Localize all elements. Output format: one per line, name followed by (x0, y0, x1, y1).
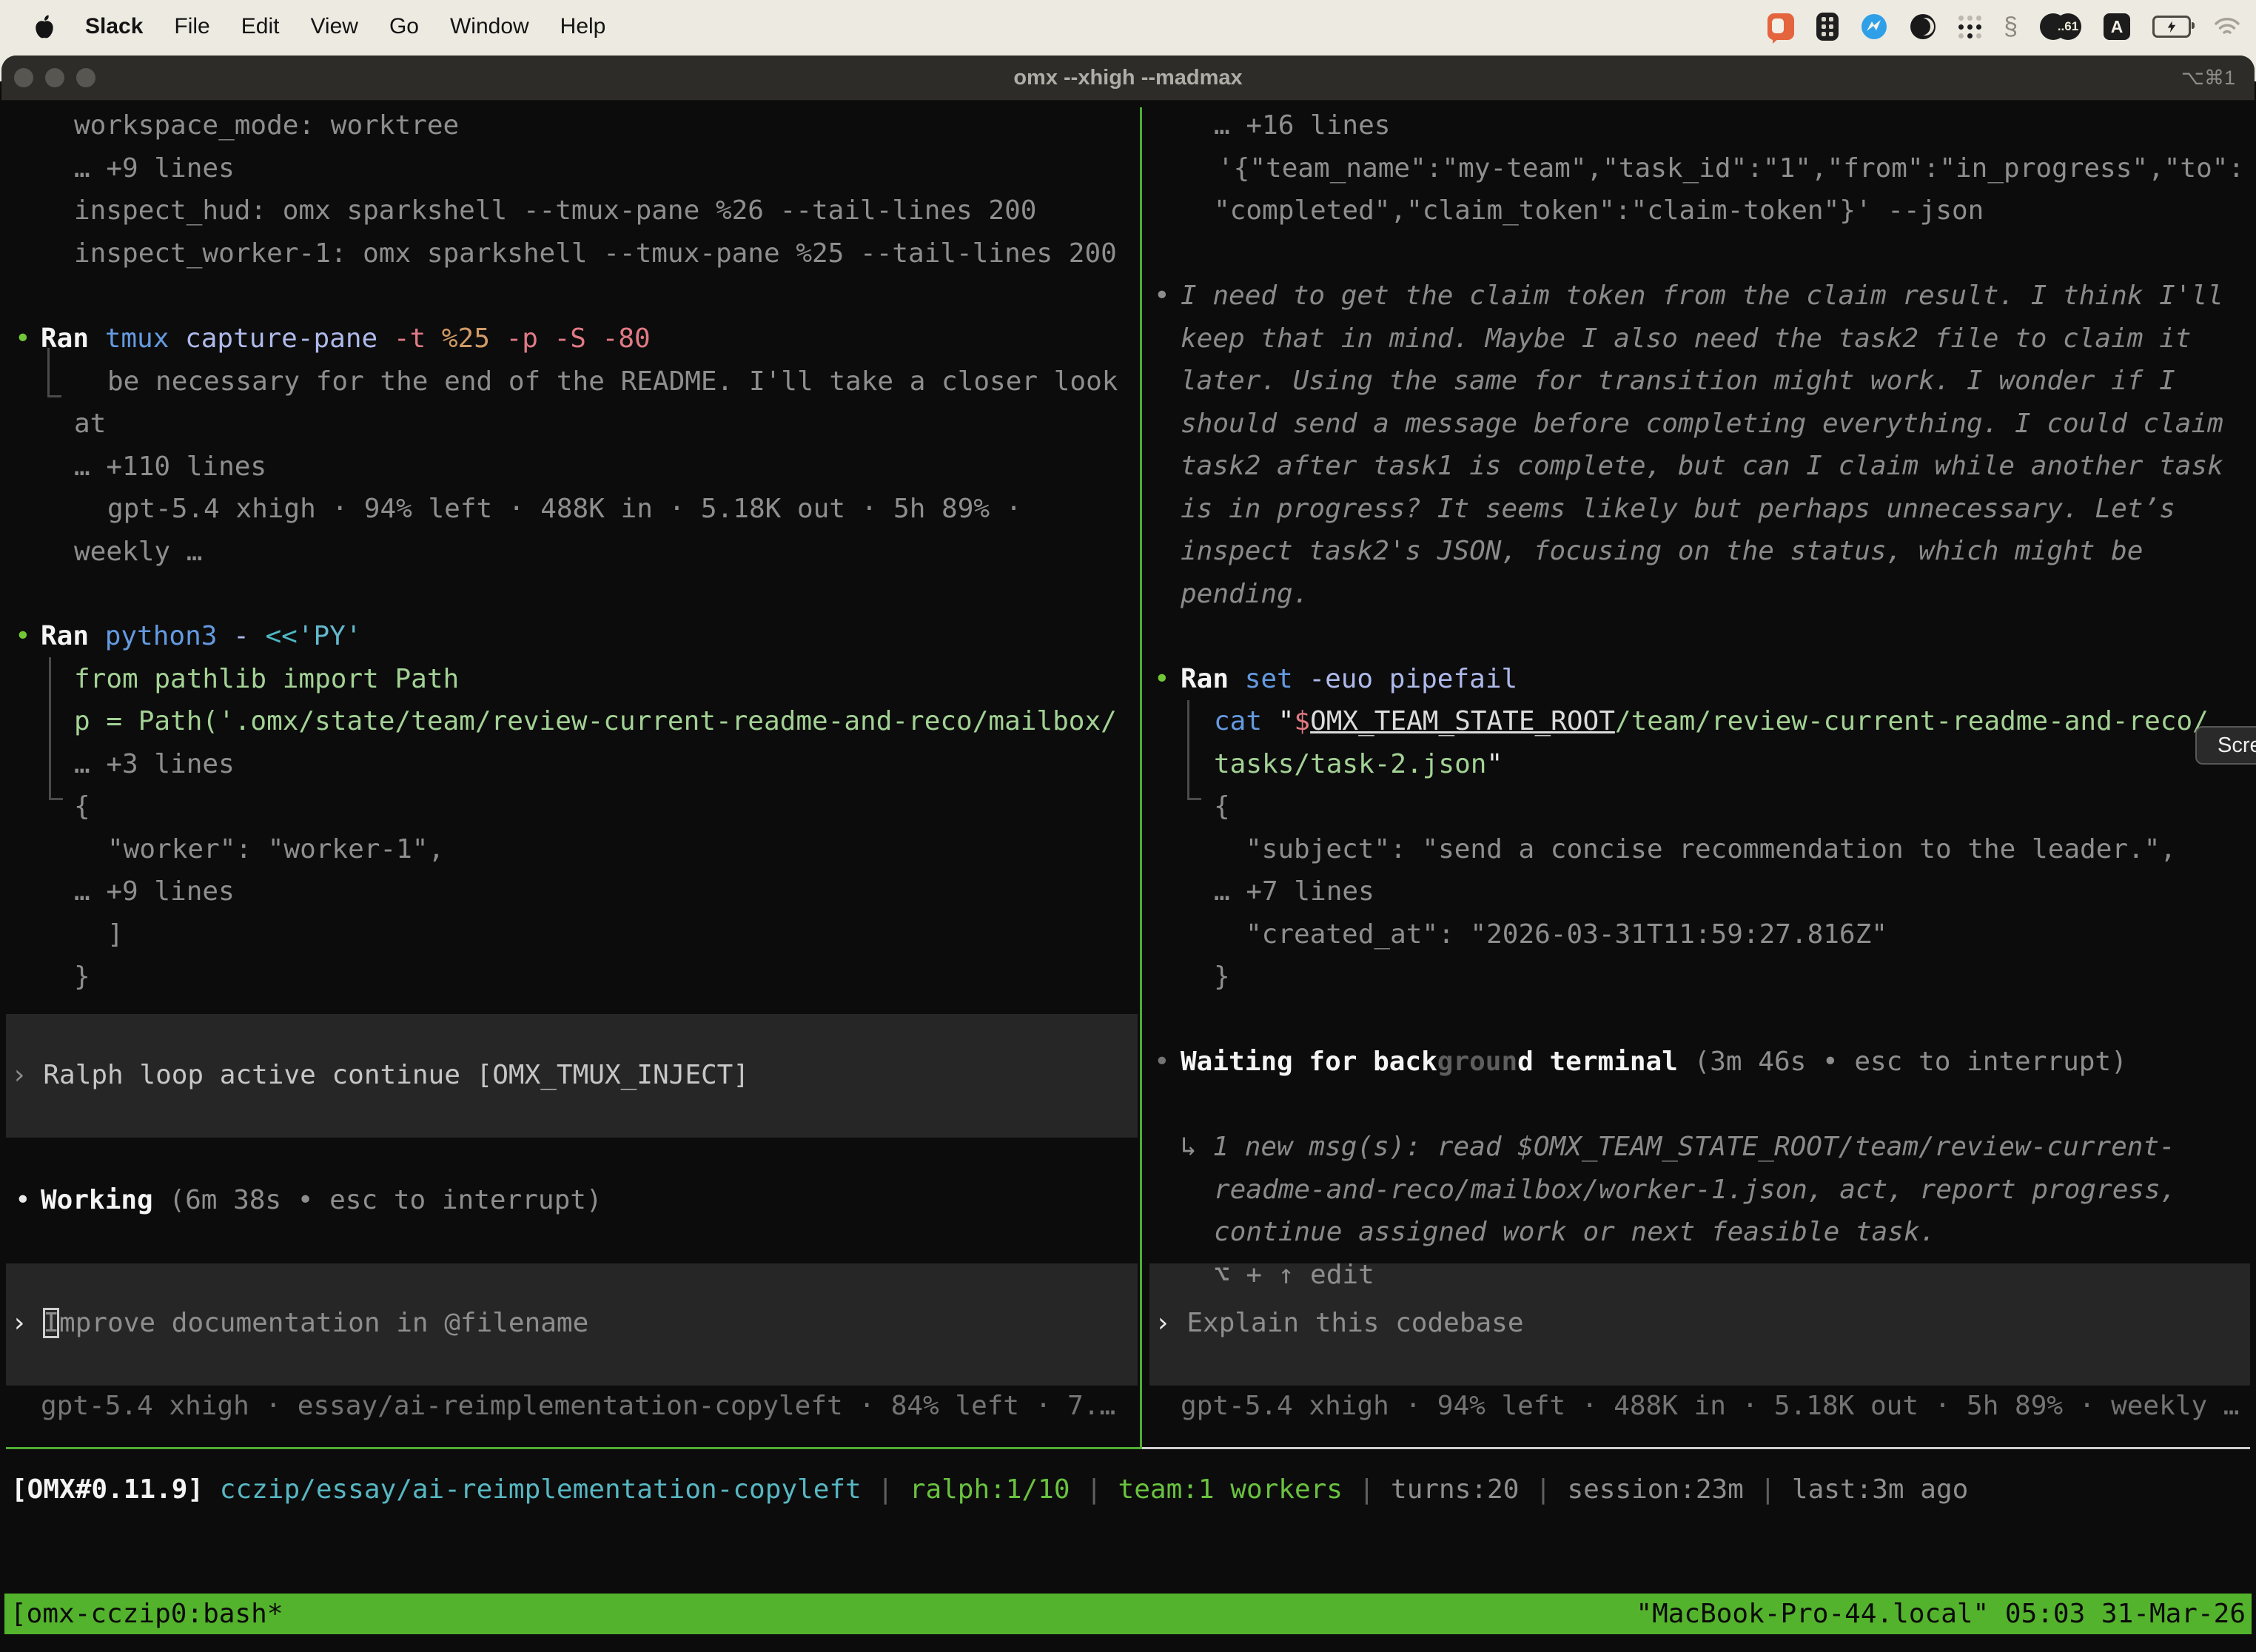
terminal-line: is in progress? It seems likely but perh… (1181, 488, 2175, 531)
terminal-line: "worker": "worker-1", (107, 828, 444, 871)
run-bullet: • (15, 318, 31, 360)
working-bullet: • (15, 1179, 31, 1222)
terminal-line: pending. (1181, 573, 1309, 616)
edit-hint: ⌥ + ↑ edit (1214, 1254, 1374, 1297)
terminal-line: at (74, 403, 106, 446)
terminal-line: be necessary for the end of the README. … (107, 360, 1118, 403)
command-line: Ran tmux capture-pane -t %25 -p -S -80 (41, 318, 651, 360)
minimize-window-button[interactable] (45, 68, 64, 87)
terminal-line: { (1214, 785, 1230, 828)
waiting-status: Waiting for background terminal (3m 46s … (1181, 1041, 2127, 1084)
terminal-stage: workspace_mode: worktree… +9 linesinspec… (0, 0, 2256, 1652)
terminal-line: … +16 lines (1214, 104, 1390, 147)
composer-placeholder: › Improve documentation in @filename (11, 1302, 588, 1345)
thinking-bullet: • (1154, 275, 1170, 318)
screen-tooltip: Scre (2195, 726, 2256, 765)
command-line: Ran set -euo pipefail (1181, 658, 1517, 701)
terminal-line: cat "$OMX_TEAM_STATE_ROOT/team/review-cu… (1214, 700, 2209, 743)
terminal-line: ↳ 1 new msg(s): read $OMX_TEAM_STATE_ROO… (1181, 1126, 2175, 1169)
waiting-bullet: • (1154, 1041, 1170, 1084)
output-connector (49, 657, 63, 800)
terminal-line: "created_at": "2026-03-31T11:59:27.816Z" (1246, 913, 1887, 956)
terminal-line: from pathlib import Path (74, 658, 459, 701)
omx-status-bar-text: [OMX#0.11.9] cczip/essay/ai-reimplementa… (11, 1468, 1968, 1511)
working-status: Working (6m 38s • esc to interrupt) (41, 1179, 602, 1222)
terminal-line: } (1214, 956, 1230, 998)
terminal-line: task2 after task1 is complete, but can I… (1181, 445, 2223, 488)
terminal-line: should send a message before completing … (1181, 403, 2223, 446)
terminal-line: … +7 lines (1214, 870, 1374, 913)
pane-divider[interactable] (1140, 107, 1142, 1449)
tooltip-label: Scre (2218, 733, 2256, 758)
terminal-line: keep that in mind. Maybe I also need the… (1181, 318, 2191, 360)
terminal-line: tasks/task-2.json" (1214, 743, 1503, 786)
terminal-line: "completed","claim_token":"claim-token"}… (1214, 189, 1984, 232)
composer-placeholder: › Explain this codebase (1155, 1302, 1524, 1345)
terminal-line: I need to get the claim token from the c… (1181, 275, 2223, 318)
terminal-line: '{"team_name":"my-team","task_id":"1","f… (1218, 147, 2244, 190)
terminal-line: readme-and-reco/mailbox/worker-1.json, a… (1214, 1169, 2176, 1212)
terminal-line: p = Path('.omx/state/team/review-current… (74, 700, 1117, 743)
terminal-line: "subject": "send a concise recommendatio… (1246, 828, 2176, 871)
session-status: gpt-5.4 xhigh · 94% left · 488K in · 5.1… (1181, 1385, 2239, 1428)
zoom-window-button[interactable] (76, 68, 95, 87)
left-pane-bottom-border (6, 1447, 1141, 1449)
terminal-line: … +110 lines (74, 446, 266, 488)
terminal-line: … +3 lines (74, 743, 235, 786)
terminal-line: workspace_mode: worktree (74, 104, 459, 147)
terminal-line: weekly … (74, 531, 202, 574)
output-connector (1187, 700, 1201, 800)
session-status: gpt-5.4 xhigh · essay/ai-reimplementatio… (41, 1385, 1115, 1428)
close-window-button[interactable] (14, 68, 33, 87)
terminal-line: later. Using the same for transition mig… (1181, 360, 2175, 403)
run-bullet: • (15, 615, 31, 658)
terminal-line: } (74, 956, 90, 998)
ralph-loop-banner-text: › Ralph loop active continue [OMX_TMUX_I… (11, 1054, 749, 1097)
terminal-line: gpt-5.4 xhigh · 94% left · 488K in · 5.1… (107, 488, 1021, 531)
terminal-line: inspect task2's JSON, focusing on the st… (1181, 530, 2143, 573)
tmux-session-label: [omx-cczip0:bash* (4, 1594, 283, 1634)
terminal-line: ] (107, 913, 124, 956)
tmux-status-bar: [omx-cczip0:bash* "MacBook-Pro-44.local"… (4, 1594, 2252, 1634)
run-bullet: • (1154, 658, 1170, 701)
terminal-line: continue assigned work or next feasible … (1214, 1211, 1936, 1254)
right-pane-bottom-border (1142, 1447, 2250, 1449)
terminal-line: inspect_hud: omx sparkshell --tmux-pane … (74, 189, 1036, 232)
terminal-line: … +9 lines (74, 147, 235, 190)
terminal-line: { (74, 785, 90, 828)
terminal-line: inspect_worker-1: omx sparkshell --tmux-… (74, 232, 1117, 275)
terminal-line: … +9 lines (74, 870, 235, 913)
command-line: Ran python3 - <<'PY' (41, 615, 362, 658)
tmux-host-clock-label: "MacBook-Pro-44.local" 05:03 31-Mar-26 (1636, 1594, 2252, 1634)
